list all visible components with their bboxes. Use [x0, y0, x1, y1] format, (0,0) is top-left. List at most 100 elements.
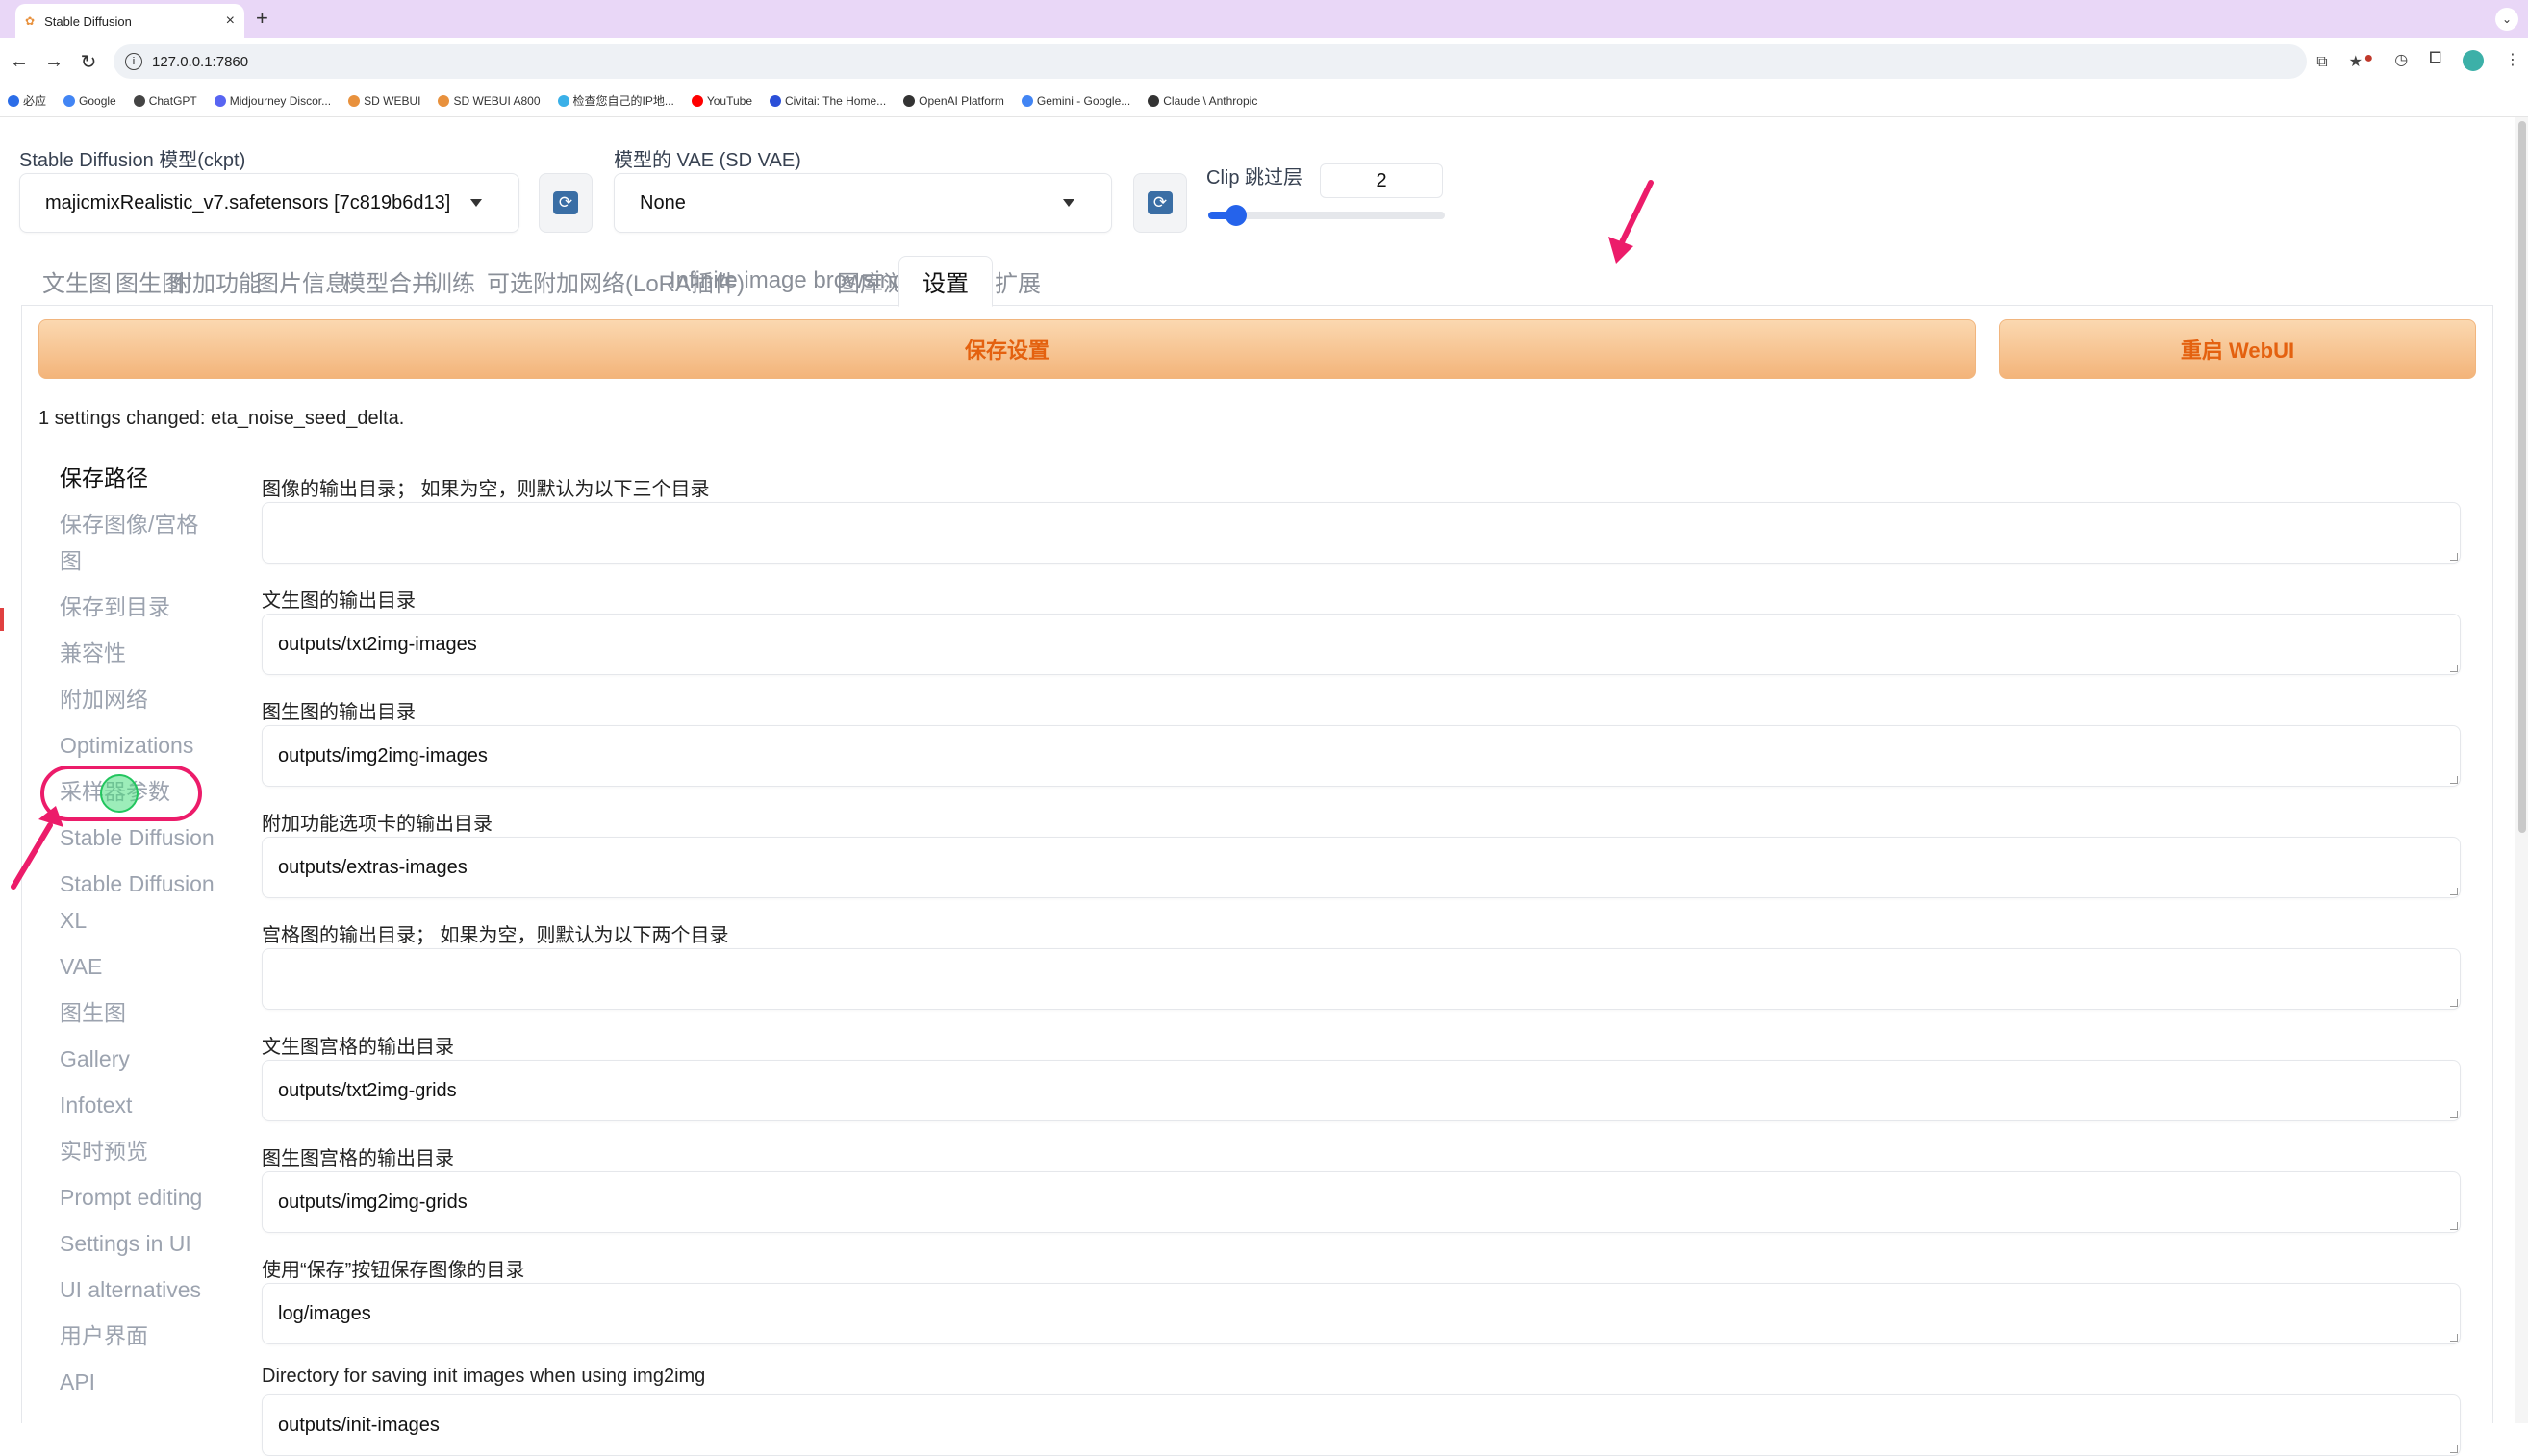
sidebar-item[interactable]: 兼容性 — [60, 635, 126, 671]
resize-grip-icon[interactable] — [2450, 665, 2458, 672]
tab-5[interactable]: 训练 — [429, 256, 475, 306]
edge-marker — [0, 608, 4, 631]
bookmark-label: ChatGPT — [148, 93, 197, 108]
path-textbox[interactable]: outputs/txt2img-images — [262, 614, 2461, 675]
bookmark-item[interactable]: ChatGPT — [133, 93, 197, 108]
field-value[interactable]: outputs/txt2img-grids — [278, 1080, 457, 1101]
field-value[interactable]: outputs/img2img-images — [278, 745, 488, 766]
path-textbox[interactable] — [262, 948, 2461, 1010]
history-icon[interactable]: ◷ — [2394, 50, 2408, 71]
bookmark-item[interactable]: Civitai: The Home... — [770, 94, 886, 108]
bookmark-label: Midjourney Discor... — [229, 93, 332, 108]
url-text[interactable]: 127.0.0.1:7860 — [152, 54, 248, 70]
back-icon[interactable]: ← — [4, 51, 35, 73]
clip-skip-slider[interactable] — [1208, 205, 1445, 226]
refresh-vae-button[interactable]: ⟳ — [1133, 173, 1187, 233]
field-value[interactable]: outputs/img2img-grids — [278, 1192, 468, 1213]
path-textbox[interactable]: outputs/init-images — [262, 1394, 2461, 1456]
tab-9[interactable]: 设置 — [898, 256, 993, 307]
path-textbox[interactable]: log/images — [262, 1283, 2461, 1344]
resize-grip-icon[interactable] — [2450, 553, 2458, 561]
tab-2[interactable]: 附加功能 — [169, 256, 262, 306]
refresh-icon: ⟳ — [553, 191, 578, 214]
bookmark-item[interactable]: YouTube — [691, 94, 752, 108]
bookmark-item[interactable]: Gemini - Google... — [1021, 94, 1130, 108]
bookmark-favicon-icon — [438, 94, 450, 107]
bookmark-item[interactable]: SD WEBUI A800 — [438, 94, 541, 108]
sidebar-item[interactable]: Prompt editing — [60, 1179, 202, 1216]
sidebar-item[interactable]: 保存图像/宫格 — [60, 506, 198, 542]
address-bar[interactable]: i 127.0.0.1:7860 — [114, 44, 2307, 79]
forward-icon[interactable]: → — [38, 51, 69, 73]
sidebar-item[interactable]: Stable Diffusion — [60, 819, 215, 856]
sidebar-item[interactable]: Infotext — [60, 1087, 132, 1123]
field-value[interactable]: log/images — [278, 1303, 371, 1324]
chevron-down-icon — [1063, 199, 1074, 207]
path-textbox[interactable]: outputs/extras-images — [262, 837, 2461, 898]
bookmark-item[interactable]: Midjourney Discor... — [214, 93, 332, 108]
path-textbox[interactable] — [262, 502, 2461, 564]
sidebar-item[interactable]: API — [60, 1364, 95, 1400]
sidebar-item[interactable]: 保存路径 — [60, 460, 148, 496]
refresh-ckpt-button[interactable]: ⟳ — [539, 173, 593, 233]
close-tab-icon[interactable]: × — [226, 13, 235, 30]
scrollbar-thumb[interactable] — [2518, 121, 2526, 833]
tab-0[interactable]: 文生图 — [42, 256, 112, 306]
browser-tab[interactable]: ✿ Stable Diffusion × — [15, 4, 244, 38]
path-textbox[interactable]: outputs/img2img-grids — [262, 1171, 2461, 1233]
resize-grip-icon[interactable] — [2450, 1334, 2458, 1342]
sidebar-item[interactable]: Stable Diffusion — [60, 866, 215, 902]
field-value[interactable]: outputs/init-images — [278, 1415, 440, 1436]
resize-grip-icon[interactable] — [2450, 999, 2458, 1007]
path-textbox[interactable]: outputs/img2img-images — [262, 725, 2461, 787]
resize-grip-icon[interactable] — [2450, 888, 2458, 895]
restart-webui-button[interactable]: 重启 WebUI — [1999, 319, 2476, 379]
resize-grip-icon[interactable] — [2450, 776, 2458, 784]
site-info-icon[interactable]: i — [125, 53, 142, 70]
sidebar-item[interactable]: 实时预览 — [60, 1133, 148, 1169]
save-settings-button[interactable]: 保存设置 — [38, 319, 1976, 379]
chevron-down-icon — [470, 199, 482, 207]
resize-grip-icon[interactable] — [2450, 1111, 2458, 1118]
bookmark-item[interactable]: OpenAI Platform — [903, 94, 1004, 108]
tab-3[interactable]: 图片信息 — [256, 256, 348, 306]
tab-search-button[interactable]: ⌄ — [2495, 8, 2518, 31]
extensions-puzzle-icon[interactable]: ⧠ — [2429, 50, 2441, 71]
new-tab-button[interactable]: + — [256, 6, 268, 31]
sidebar-item[interactable]: 保存到目录 — [60, 589, 170, 625]
slider-thumb[interactable] — [1226, 205, 1248, 226]
sidebar-item[interactable]: Settings in UI — [60, 1225, 191, 1262]
sidebar-item[interactable]: Gallery — [60, 1041, 130, 1077]
bookmark-favicon-icon — [8, 95, 19, 107]
sidebar-item[interactable]: 图生图 — [60, 994, 126, 1031]
extension-icon[interactable]: ● — [2364, 50, 2374, 71]
path-textbox[interactable]: outputs/txt2img-grids — [262, 1060, 2461, 1121]
tab-4[interactable]: 模型合并 — [342, 256, 435, 306]
page-scrollbar[interactable] — [2515, 117, 2528, 1423]
sidebar-item[interactable]: UI alternatives — [60, 1271, 201, 1308]
bookmark-item[interactable]: Claude \ Anthropic — [1148, 94, 1257, 108]
sidebar-item[interactable]: Optimizations — [60, 727, 193, 764]
sidebar-item[interactable]: VAE — [60, 948, 102, 985]
sidebar-item[interactable]: 附加网络 — [60, 681, 148, 717]
field-value[interactable]: outputs/txt2img-images — [278, 634, 477, 655]
field-value[interactable]: outputs/extras-images — [278, 857, 468, 878]
clip-skip-input[interactable]: 2 — [1320, 163, 1443, 198]
resize-grip-icon[interactable] — [2450, 1222, 2458, 1230]
bookmark-item[interactable]: 检查您自己的IP地... — [557, 92, 674, 109]
reload-icon[interactable]: ↻ — [73, 50, 104, 74]
profile-avatar[interactable] — [2463, 50, 2484, 71]
bookmark-favicon-icon — [557, 95, 569, 107]
bookmark-item[interactable]: SD WEBUI — [348, 94, 420, 108]
sidebar-item[interactable]: XL — [60, 902, 87, 939]
ckpt-dropdown[interactable]: majicmixRealistic_v7.safetensors [7c819b… — [19, 173, 519, 233]
sidebar-item[interactable]: 用户界面 — [60, 1318, 148, 1354]
bookmark-favicon-icon — [770, 94, 781, 107]
bookmark-item[interactable]: 必应 — [8, 92, 46, 109]
sidebar-item[interactable]: 图 — [60, 542, 82, 579]
vae-dropdown[interactable]: None — [614, 173, 1112, 233]
tab-10[interactable]: 扩展 — [995, 256, 1041, 306]
menu-icon[interactable]: ⋮ — [2505, 50, 2520, 71]
resize-grip-icon[interactable] — [2450, 1445, 2458, 1453]
bookmark-item[interactable]: Google — [63, 94, 116, 108]
